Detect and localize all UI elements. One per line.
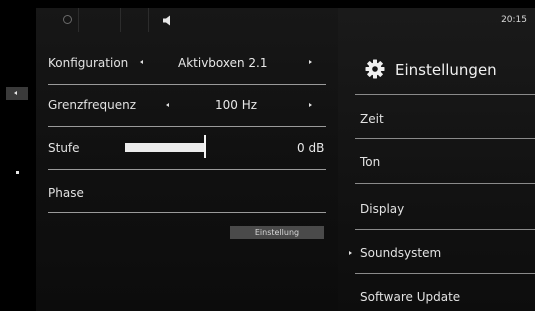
konfiguration-label: Konfiguration [48,56,129,70]
status-segment [36,8,79,32]
clock: 20:15 [501,15,527,25]
menu-divider [355,273,535,274]
stufe-label: Stufe [48,141,80,155]
back-arrow-button[interactable] [6,87,28,100]
left-arrow-icon [14,91,17,95]
menu-divider [355,229,535,230]
menu-item-display[interactable]: Display [360,202,404,216]
konfiguration-prev-arrow-icon[interactable] [140,60,143,64]
status-segment [78,8,121,32]
menu-item-ton[interactable]: Ton [360,155,380,169]
grenzfrequenz-label: Grenzfrequenz [48,98,137,112]
speaker-icon [163,15,170,26]
menu-divider [355,138,535,139]
grenzfrequenz-next-arrow-icon[interactable] [309,103,312,107]
konfiguration-value[interactable]: Aktivboxen 2.1 [178,56,268,70]
menu-item-software-update[interactable]: Software Update [360,290,460,304]
row-divider [48,169,326,170]
selected-marker-icon [349,251,352,255]
menu-divider [355,94,535,95]
status-segment [120,8,149,32]
einstellung-button[interactable]: Einstellung [230,226,324,239]
row-divider [48,84,326,85]
stufe-value: 0 dB [297,141,325,155]
settings-title: Einstellungen [395,61,497,79]
circle-icon [63,15,72,24]
grenzfrequenz-prev-arrow-icon[interactable] [166,103,169,107]
stufe-slider-thumb[interactable] [204,135,206,158]
grenzfrequenz-value[interactable]: 100 Hz [215,98,257,112]
screen: Konfiguration Aktivboxen 2.1 Grenzfreque… [0,0,535,311]
soundsystem-panel [36,8,338,311]
focus-indicator-dot [16,171,19,174]
stufe-slider[interactable] [125,143,205,152]
konfiguration-next-arrow-icon[interactable] [309,60,312,64]
status-icon-bar [36,8,338,32]
menu-item-soundsystem[interactable]: Soundsystem [360,246,441,260]
row-divider [48,212,326,213]
menu-divider [355,183,535,184]
menu-item-zeit[interactable]: Zeit [360,112,384,126]
gear-icon [365,59,385,79]
phase-label: Phase [48,186,84,200]
row-divider [48,126,326,127]
